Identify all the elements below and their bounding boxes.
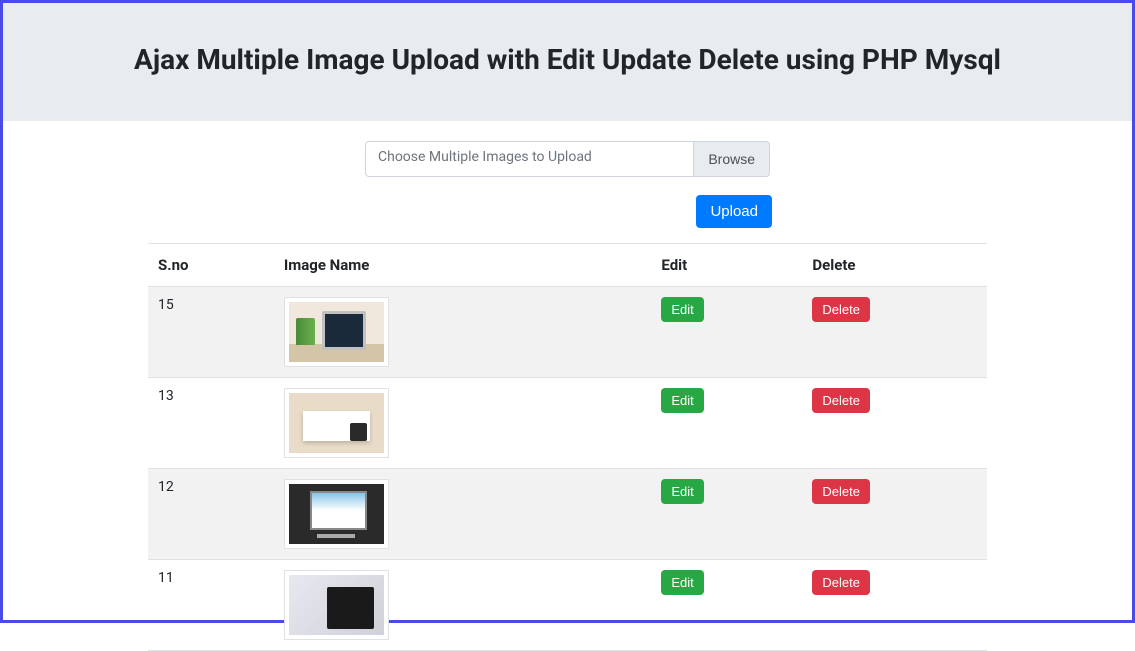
thumbnail-image [289, 393, 384, 453]
cell-edit: Edit [651, 560, 802, 651]
cell-edit: Edit [651, 287, 802, 378]
cell-sno: 12 [148, 469, 274, 560]
table-row: 13 Edit Delete [148, 378, 987, 469]
delete-button[interactable]: Delete [812, 570, 870, 595]
header-banner: Ajax Multiple Image Upload with Edit Upd… [3, 3, 1132, 121]
column-header-delete: Delete [802, 244, 987, 287]
cell-sno: 13 [148, 378, 274, 469]
thumbnail-image [289, 302, 384, 362]
cell-image [274, 378, 652, 469]
cell-image [274, 469, 652, 560]
cell-edit: Edit [651, 378, 802, 469]
page-title: Ajax Multiple Image Upload with Edit Upd… [23, 43, 1112, 76]
content-container: Choose Multiple Images to Upload Browse … [3, 121, 1132, 651]
thumbnail-image [289, 575, 384, 635]
table-row: 11 Edit Delete [148, 560, 987, 651]
edit-button[interactable]: Edit [661, 570, 703, 595]
table-row: 12 Edit Delete [148, 469, 987, 560]
delete-button[interactable]: Delete [812, 297, 870, 322]
cell-delete: Delete [802, 560, 987, 651]
file-input-group[interactable]: Choose Multiple Images to Upload Browse [365, 141, 770, 177]
image-thumbnail [284, 570, 389, 640]
cell-edit: Edit [651, 469, 802, 560]
upload-button[interactable]: Upload [696, 195, 772, 228]
cell-delete: Delete [802, 378, 987, 469]
thumbnail-image [289, 484, 384, 544]
cell-sno: 15 [148, 287, 274, 378]
cell-image [274, 560, 652, 651]
cell-sno: 11 [148, 560, 274, 651]
table-row: 15 Edit Delete [148, 287, 987, 378]
column-header-image-name: Image Name [274, 244, 652, 287]
image-thumbnail [284, 479, 389, 549]
delete-button[interactable]: Delete [812, 479, 870, 504]
image-thumbnail [284, 297, 389, 367]
column-header-edit: Edit [651, 244, 802, 287]
delete-button[interactable]: Delete [812, 388, 870, 413]
cell-image [274, 287, 652, 378]
file-input-row: Choose Multiple Images to Upload Browse [148, 141, 987, 177]
cell-delete: Delete [802, 469, 987, 560]
image-thumbnail [284, 388, 389, 458]
upload-button-row: Upload [148, 195, 987, 228]
edit-button[interactable]: Edit [661, 479, 703, 504]
edit-button[interactable]: Edit [661, 297, 703, 322]
browse-button[interactable]: Browse [694, 141, 770, 177]
file-input-placeholder[interactable]: Choose Multiple Images to Upload [365, 141, 694, 177]
cell-delete: Delete [802, 287, 987, 378]
edit-button[interactable]: Edit [661, 388, 703, 413]
images-table: S.no Image Name Edit Delete 15 Edit Dele… [148, 243, 987, 651]
column-header-sno: S.no [148, 244, 274, 287]
